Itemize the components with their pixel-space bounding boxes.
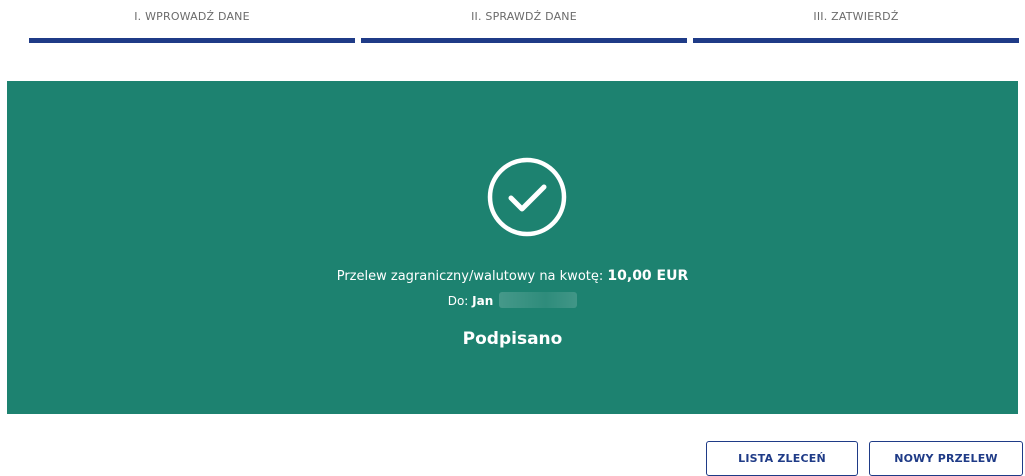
confirmation-panel (7, 81, 1018, 414)
orders-list-button[interactable]: LISTA ZLECEŃ (706, 441, 858, 476)
step-confirm: III. ZATWIERDŹ (693, 0, 1019, 44)
step-progress-bar (29, 38, 355, 43)
step-label: III. ZATWIERDŹ (813, 10, 899, 23)
step-check-data: II. SPRAWDŹ DANE (361, 0, 687, 44)
redacted-surname (499, 292, 578, 308)
new-transfer-button[interactable]: NOWY PRZELEW (869, 441, 1023, 476)
transfer-amount: 10,00 EUR (607, 268, 689, 284)
progress-stepper: I. WPROWADŹ DANE II. SPRAWDŹ DANE III. Z… (29, 0, 1019, 44)
step-label: II. SPRAWDŹ DANE (471, 10, 577, 23)
transfer-description: Przelew zagraniczny/walutowy na kwotę: 1… (0, 268, 1025, 284)
step-progress-bar (693, 38, 1019, 43)
check-circle-icon (487, 157, 567, 237)
recipient-label: Do: (447, 294, 469, 308)
step-label: I. WPROWADŹ DANE (134, 10, 250, 23)
step-enter-data: I. WPROWADŹ DANE (29, 0, 355, 44)
recipient-name: Jan (472, 294, 494, 308)
step-progress-bar (361, 38, 687, 43)
status-text: Podpisano (462, 329, 563, 349)
recipient-line: Do: Jan (0, 292, 1025, 308)
transfer-type-text: Przelew zagraniczny/walutowy na kwotę: (336, 269, 604, 284)
